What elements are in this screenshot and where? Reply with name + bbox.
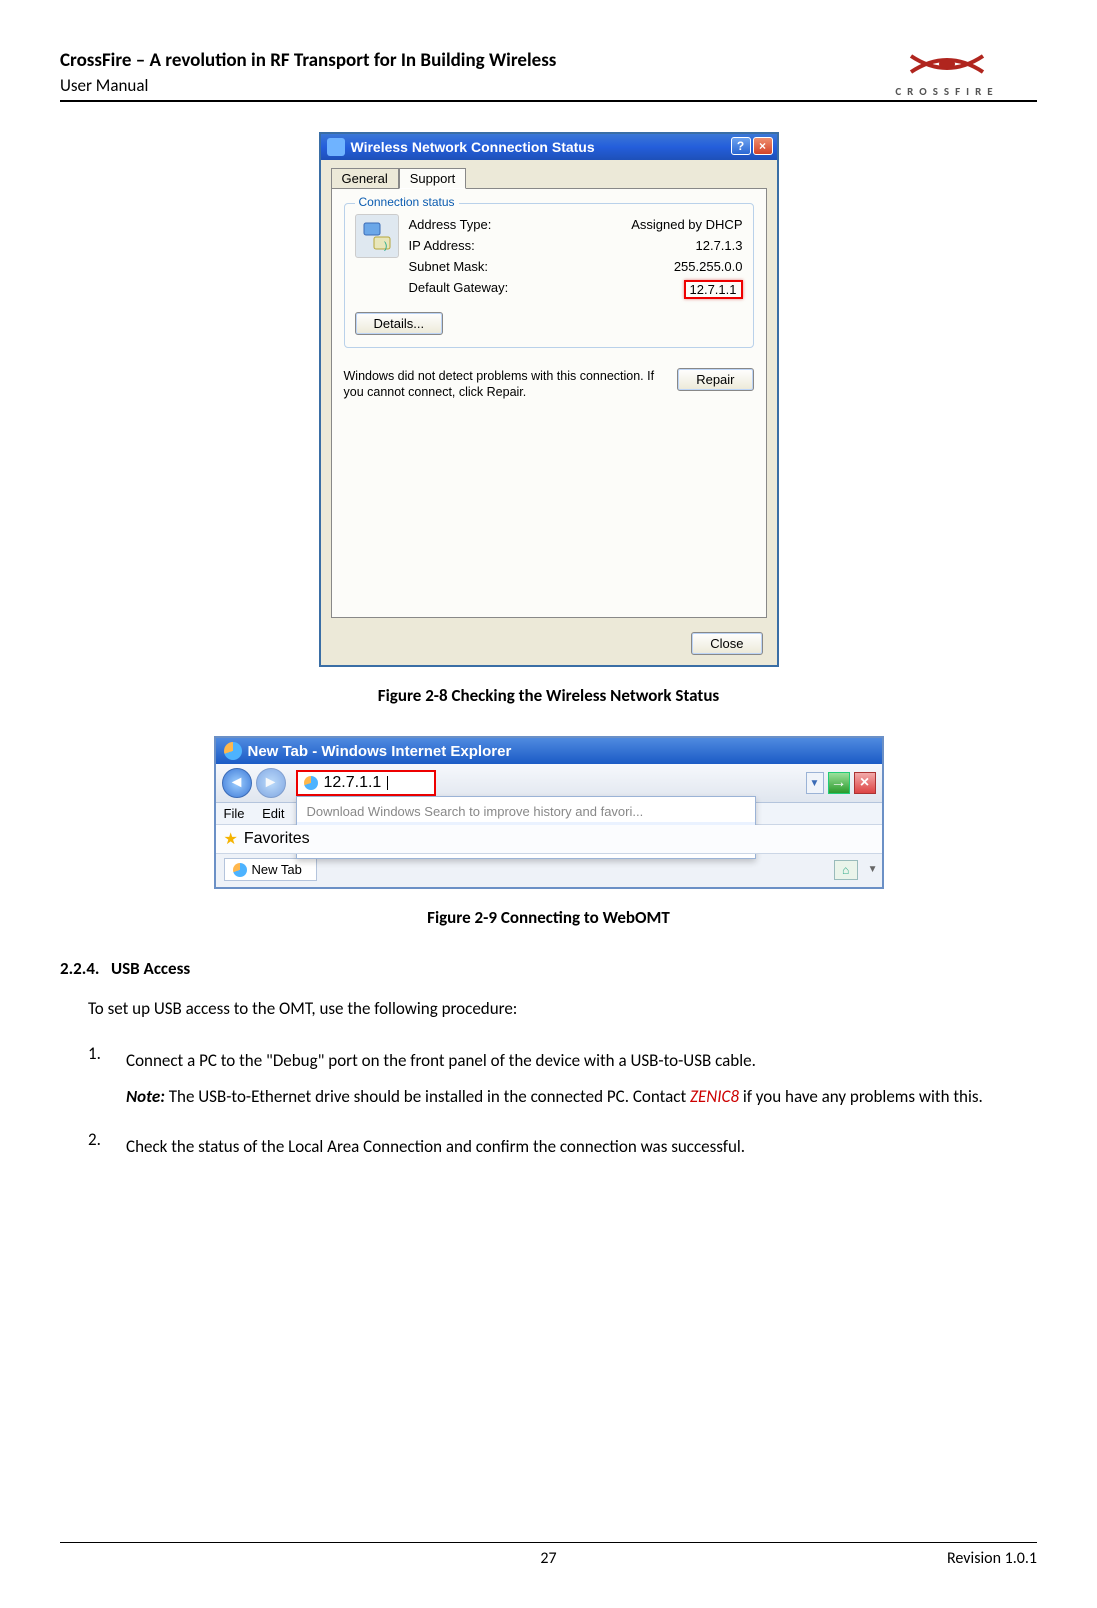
tab-label: New Tab [252, 862, 302, 877]
gateway-value: 12.7.1.1 [684, 280, 743, 299]
page-footer: 27 Revision 1.0.1 [60, 1542, 1037, 1568]
browser-titlebar: New Tab - Windows Internet Explorer [216, 738, 882, 764]
item-2-text: Check the status of the Local Area Conne… [126, 1129, 1037, 1165]
logo: CROSSFIRE [857, 44, 1037, 98]
favorites-bar: ★ Favorites [216, 825, 882, 854]
stop-button[interactable]: × [854, 772, 876, 794]
svg-text:): ) [384, 241, 387, 252]
figure-caption-2-9: Figure 2-9 Connecting to WebOMT [60, 907, 1037, 928]
ie-browser-window: New Tab - Windows Internet Explorer ◄ ► … [214, 736, 884, 889]
dialog-titlebar: Wireless Network Connection Status ? × [321, 134, 777, 160]
ie-icon [224, 742, 242, 760]
browser-title: New Tab - Windows Internet Explorer [248, 743, 512, 760]
wireless-status-dialog: Wireless Network Connection Status ? × G… [319, 132, 779, 667]
doc-subtitle: User Manual [60, 75, 857, 96]
list-item: 2. Check the status of the Local Area Co… [88, 1129, 1037, 1165]
text-cursor [387, 776, 388, 790]
revision: Revision 1.0.1 [947, 1549, 1037, 1568]
network-icon: ) [355, 214, 399, 258]
group-legend: Connection status [355, 195, 459, 209]
addr-type-value: Assigned by DHCP [631, 217, 742, 232]
repair-button[interactable]: Repair [677, 368, 753, 391]
tab-support[interactable]: Support [399, 168, 467, 189]
doc-title: CrossFire – A revolution in RF Transport… [60, 50, 857, 73]
home-button[interactable]: ⌂ [834, 860, 858, 880]
gateway-label: Default Gateway: [409, 280, 509, 299]
chevron-down-icon[interactable]: ▼ [868, 864, 878, 875]
tab-icon [233, 863, 247, 877]
wireless-icon [327, 138, 345, 156]
go-button[interactable]: → [828, 772, 850, 794]
address-bar[interactable]: 12.7.1.1 [296, 770, 436, 796]
page-icon [304, 776, 318, 790]
item-1-text: Connect a PC to the "Debug" port on the … [126, 1043, 1037, 1079]
menu-file[interactable]: File [224, 806, 245, 821]
star-icon: ★ [224, 829, 238, 849]
menu-edit[interactable]: Edit [262, 806, 284, 821]
repair-message: Windows did not detect problems with thi… [344, 368, 664, 401]
favorites-label[interactable]: Favorites [244, 830, 310, 848]
logo-text: CROSSFIRE [857, 85, 1037, 98]
ip-label: IP Address: [409, 238, 475, 253]
connection-status-group: Connection status ) Address Type:Assigne… [344, 203, 754, 348]
list-item: 1. Connect a PC to the "Debug" port on t… [88, 1043, 1037, 1114]
crossfire-logo-icon [907, 44, 987, 84]
addr-type-label: Address Type: [409, 217, 492, 232]
page-header: CrossFire – A revolution in RF Transport… [60, 50, 1037, 102]
mask-value: 255.255.0.0 [674, 259, 743, 274]
mask-label: Subnet Mask: [409, 259, 489, 274]
help-button[interactable]: ? [731, 137, 751, 155]
browser-tab[interactable]: New Tab [224, 858, 317, 881]
page-number: 27 [540, 1549, 556, 1568]
back-button[interactable]: ◄ [222, 768, 252, 798]
dropdown-hint[interactable]: Download Windows Search to improve histo… [297, 801, 755, 822]
details-button[interactable]: Details... [355, 312, 444, 335]
section-intro: To set up USB access to the OMT, use the… [88, 993, 1037, 1025]
item-1-note: Note: The USB-to-Ethernet drive should b… [126, 1079, 1037, 1115]
forward-button[interactable]: ► [256, 768, 286, 798]
figure-caption-2-8: Figure 2-8 Checking the Wireless Network… [60, 685, 1037, 706]
dialog-title: Wireless Network Connection Status [351, 139, 595, 155]
address-value: 12.7.1.1 [324, 774, 382, 792]
ip-value: 12.7.1.3 [696, 238, 743, 253]
close-button[interactable]: Close [691, 632, 762, 655]
close-icon[interactable]: × [753, 137, 773, 155]
section-heading: 2.2.4. USB Access [60, 958, 1037, 979]
address-dropdown-button[interactable]: ▼ [806, 772, 824, 794]
tab-general[interactable]: General [331, 168, 399, 189]
